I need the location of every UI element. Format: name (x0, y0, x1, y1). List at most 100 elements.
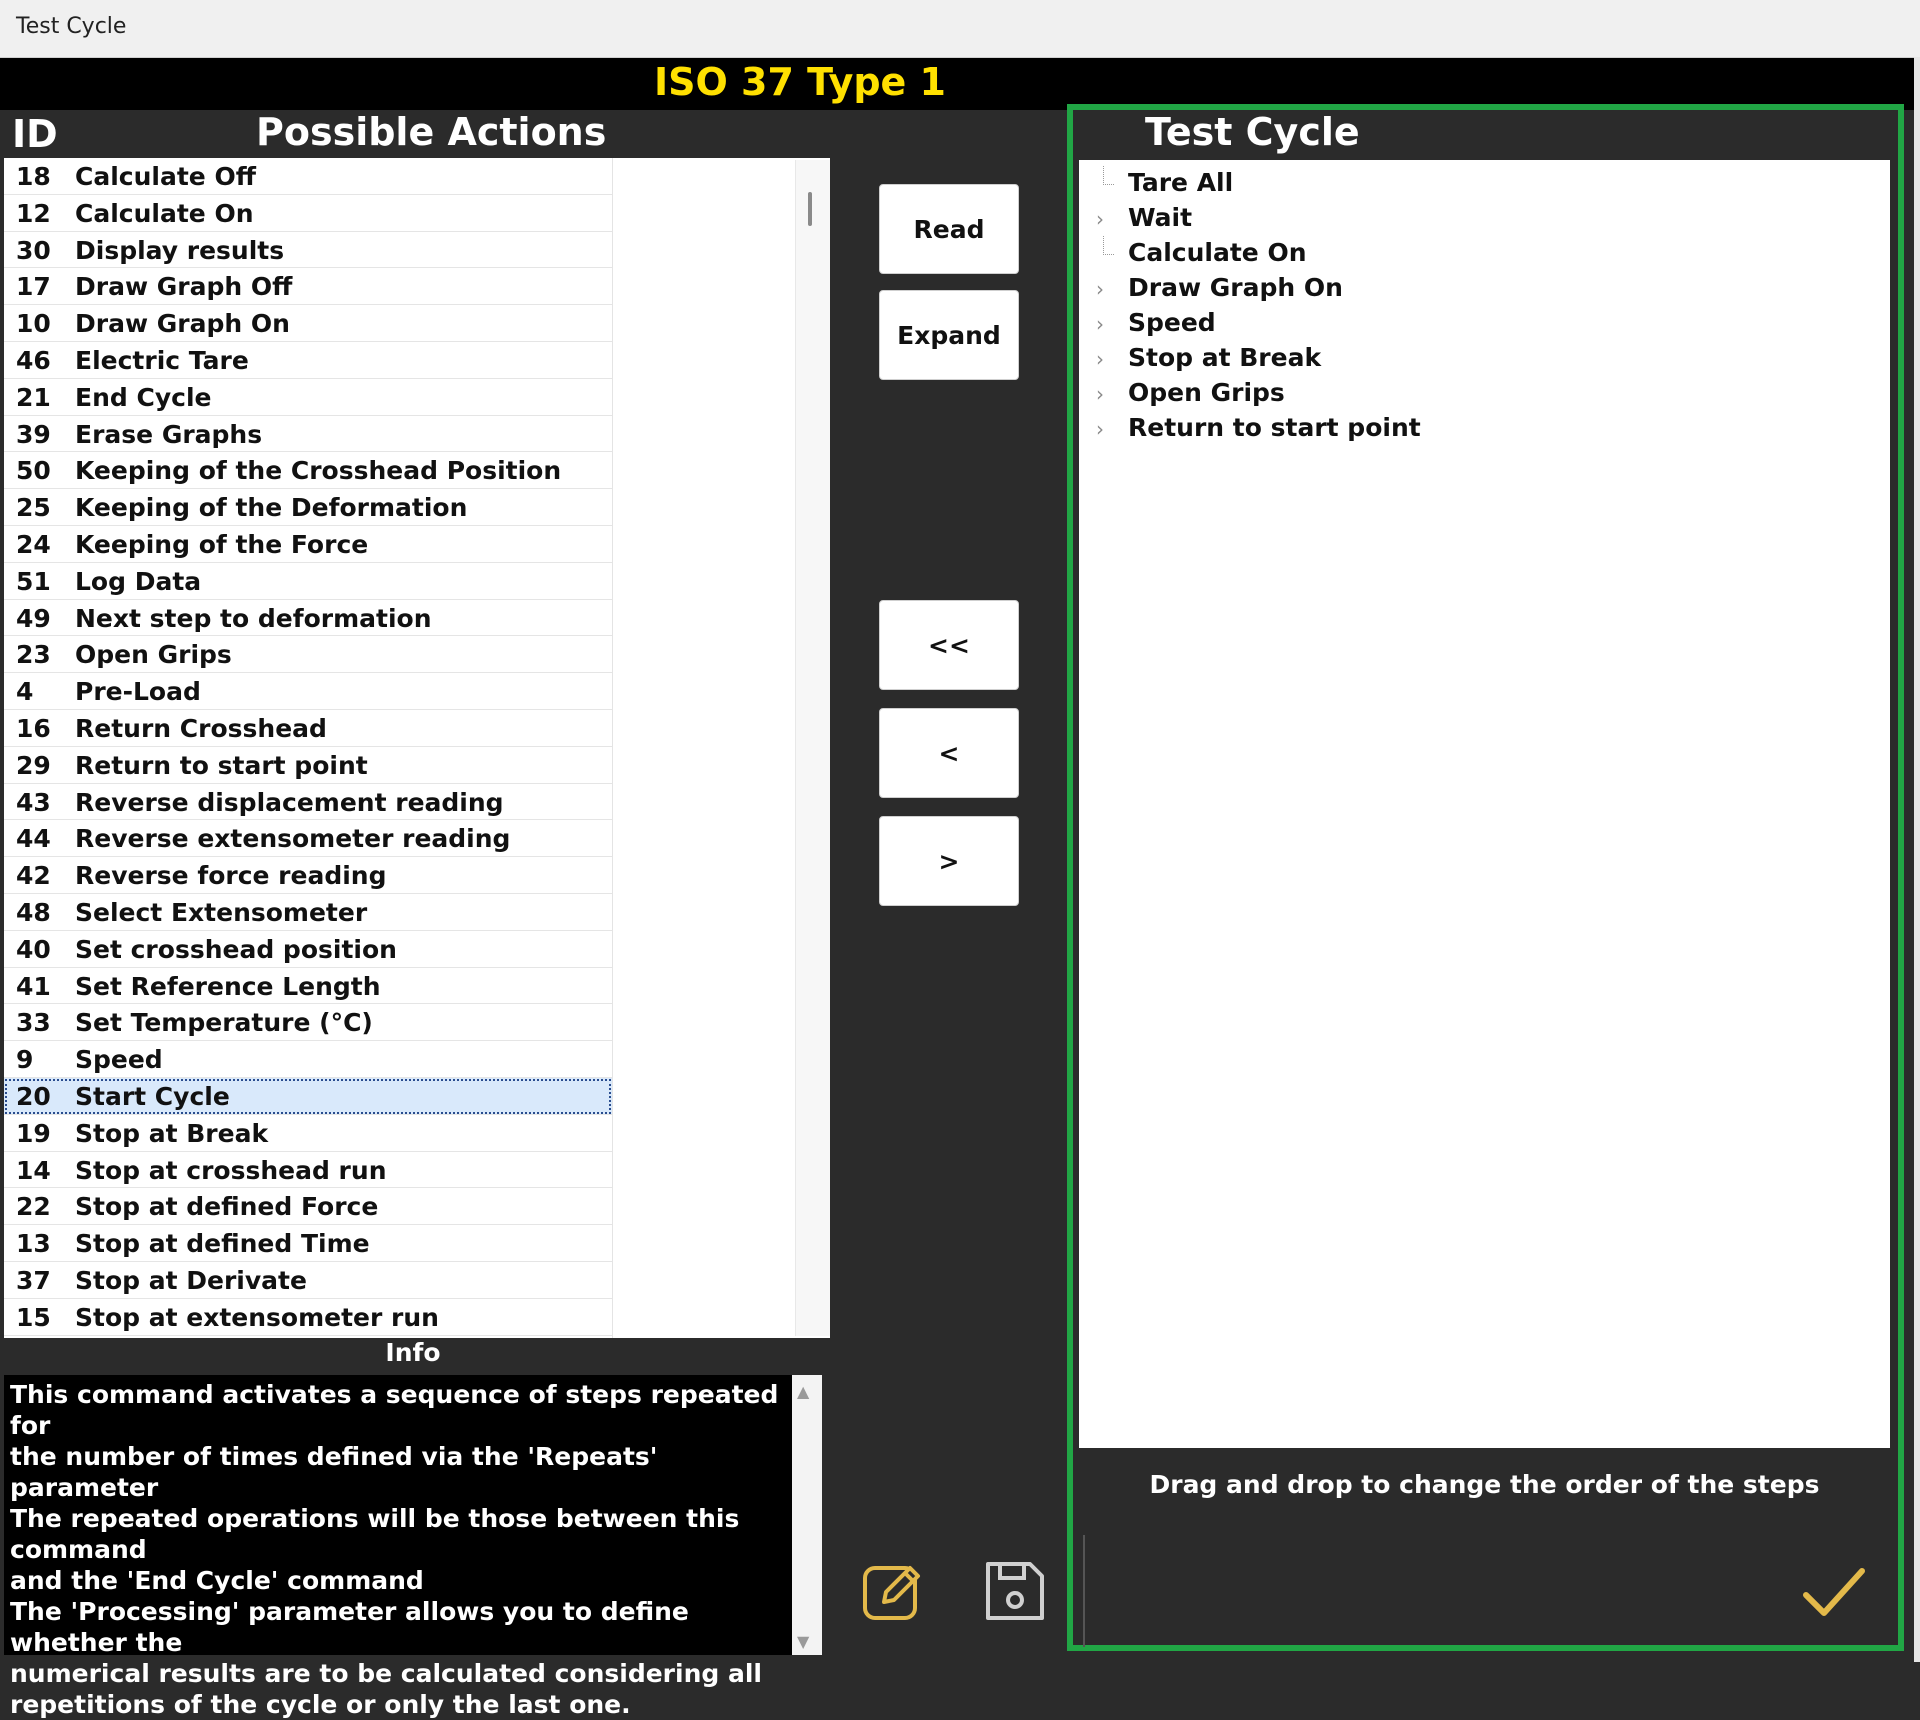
cycle-step-label: Stop at Break (1128, 343, 1322, 372)
cycle-step[interactable]: › Stop at Break (1079, 341, 1879, 375)
action-name: Keeping of the Crosshead Position (75, 456, 562, 486)
cycle-step[interactable]: › Return to start point (1079, 411, 1879, 445)
action-row[interactable]: 48 Select Extensometer (4, 894, 612, 931)
action-row[interactable]: 49 Next step to deformation (4, 600, 612, 637)
cycle-step[interactable]: › Open Grips (1079, 376, 1879, 410)
action-row[interactable]: 21 End Cycle (4, 379, 612, 416)
action-row[interactable]: 13 Stop at defined Time (4, 1225, 612, 1262)
chevron-right-icon[interactable]: › (1096, 382, 1104, 406)
action-row[interactable]: 24 Keeping of the Force (4, 526, 612, 563)
chevron-right-icon[interactable]: › (1096, 312, 1104, 336)
action-row[interactable]: 44 Reverse extensometer reading (4, 820, 612, 858)
action-id: 14 (16, 1155, 51, 1185)
cycle-step[interactable]: Tare All (1079, 166, 1879, 200)
action-name: Set Temperature (°C) (75, 1008, 373, 1038)
action-id: 42 (16, 861, 51, 891)
checkmark-icon[interactable] (1802, 1565, 1866, 1625)
action-row[interactable]: 42 Reverse force reading (4, 857, 612, 894)
cycle-step-label: Draw Graph On (1128, 273, 1343, 302)
action-id: 13 (16, 1229, 51, 1259)
action-name: Speed (75, 1045, 163, 1075)
action-row[interactable]: 37 Stop at Derivate (4, 1262, 612, 1299)
action-id: 40 (16, 934, 51, 964)
action-id: 51 (16, 566, 51, 596)
cycle-step[interactable]: › Speed (1079, 306, 1879, 340)
actions-scrollbar-thumb[interactable] (808, 192, 812, 226)
remove-all-button[interactable]: << (879, 600, 1019, 690)
action-row[interactable]: 50 Keeping of the Crosshead Position (4, 452, 612, 490)
chevron-right-icon[interactable]: › (1096, 347, 1104, 371)
expand-button[interactable]: Expand (879, 290, 1019, 380)
action-row[interactable]: 10 Draw Graph On (4, 305, 612, 342)
remove-step-button[interactable]: < (879, 708, 1019, 798)
test-cycle-tree[interactable]: Tare All › Wait Calculate On › Draw Graph On ›… (1079, 160, 1890, 1448)
action-name: Return to start point (75, 750, 368, 780)
possible-actions-heading: Possible Actions (256, 110, 607, 154)
action-id: 15 (16, 1302, 51, 1332)
chevron-right-icon[interactable]: › (1096, 417, 1104, 441)
action-row[interactable]: 4 Pre-Load (4, 673, 612, 710)
action-row[interactable]: 29 Return to start point (4, 747, 612, 784)
action-row[interactable]: 14 Stop at crosshead run (4, 1152, 612, 1189)
action-row[interactable]: 22 Stop at defined Force (4, 1188, 612, 1226)
action-row[interactable]: 18 Calculate Off (4, 158, 612, 195)
action-row[interactable]: 17 Draw Graph Off (4, 268, 612, 306)
cycle-step-label: Return to start point (1128, 413, 1421, 442)
action-name: Stop at Derivate (75, 1265, 307, 1295)
chevron-right-icon[interactable]: › (1096, 207, 1104, 231)
action-row[interactable]: 40 Set crosshead position (4, 931, 612, 968)
action-row[interactable]: 9 Speed (4, 1041, 612, 1078)
action-id: 19 (16, 1118, 51, 1148)
chevron-right-icon[interactable]: › (1096, 277, 1104, 301)
action-id: 43 (16, 787, 51, 817)
action-row[interactable]: 46 Electric Tare (4, 342, 612, 379)
action-row[interactable]: 15 Stop at extensometer run (4, 1299, 612, 1336)
action-name: Draw Graph On (75, 309, 290, 339)
action-name: Stop at Break (75, 1118, 269, 1148)
cycle-step[interactable]: › Wait (1079, 201, 1879, 235)
action-name: Reverse extensometer reading (75, 824, 511, 854)
action-row[interactable]: 16 Return Crosshead (4, 710, 612, 747)
action-id: 33 (16, 1008, 51, 1038)
action-name: Next step to deformation (75, 603, 432, 633)
scroll-down-arrow-icon[interactable]: ▼ (797, 1632, 809, 1651)
action-name: Draw Graph Off (75, 272, 293, 302)
scroll-up-arrow-icon[interactable]: ▲ (797, 1382, 809, 1401)
action-name: Stop at defined Force (75, 1192, 379, 1222)
cycle-step[interactable]: › Draw Graph On (1079, 271, 1879, 305)
action-row[interactable]: 25 Keeping of the Deformation (4, 489, 612, 526)
action-id: 21 (16, 382, 51, 412)
pencil-square-icon[interactable] (860, 1558, 926, 1628)
cycle-step[interactable]: Calculate On (1079, 236, 1879, 270)
actions-scrollbar[interactable] (795, 160, 830, 1336)
floppy-disk-icon[interactable] (982, 1558, 1048, 1628)
action-row[interactable]: 19 Stop at Break (4, 1115, 612, 1152)
action-row[interactable]: 39 Erase Graphs (4, 416, 612, 453)
action-name: Calculate Off (75, 162, 256, 191)
action-row[interactable]: 20 Start Cycle (4, 1077, 612, 1115)
possible-actions-list[interactable]: 18 Calculate Off 12 Calculate On 30 Display r… (4, 158, 830, 1338)
action-name: Electric Tare (75, 345, 249, 375)
action-row[interactable]: 43 Reverse displacement reading (4, 784, 612, 821)
read-button[interactable]: Read (879, 184, 1019, 274)
actions-rows: 18 Calculate Off 12 Calculate On 30 Display r… (4, 158, 612, 1336)
action-row[interactable]: 23 Open Grips (4, 636, 612, 674)
info-box: This command activates a sequence of ste… (4, 1375, 792, 1719)
action-row[interactable]: 30 Display results (4, 232, 612, 269)
window-right-edge (1914, 57, 1920, 1662)
action-id: 9 (16, 1045, 34, 1075)
action-row[interactable]: 33 Set Temperature (°C) (4, 1004, 612, 1042)
add-step-button[interactable]: > (879, 816, 1019, 906)
action-name: Reverse displacement reading (75, 787, 504, 817)
action-row[interactable]: 12 Calculate On (4, 195, 612, 232)
action-row[interactable]: 41 Set Reference Length (4, 968, 612, 1005)
action-name: Keeping of the Deformation (75, 493, 468, 523)
action-id: 10 (16, 309, 51, 339)
action-id: 4 (16, 677, 34, 707)
info-scrollbar[interactable] (792, 1375, 822, 1655)
action-id: 17 (16, 272, 51, 302)
action-id: 41 (16, 971, 51, 1001)
action-row[interactable]: 51 Log Data (4, 563, 612, 600)
action-id: 49 (16, 603, 51, 633)
cycle-step-label: Open Grips (1128, 378, 1285, 407)
